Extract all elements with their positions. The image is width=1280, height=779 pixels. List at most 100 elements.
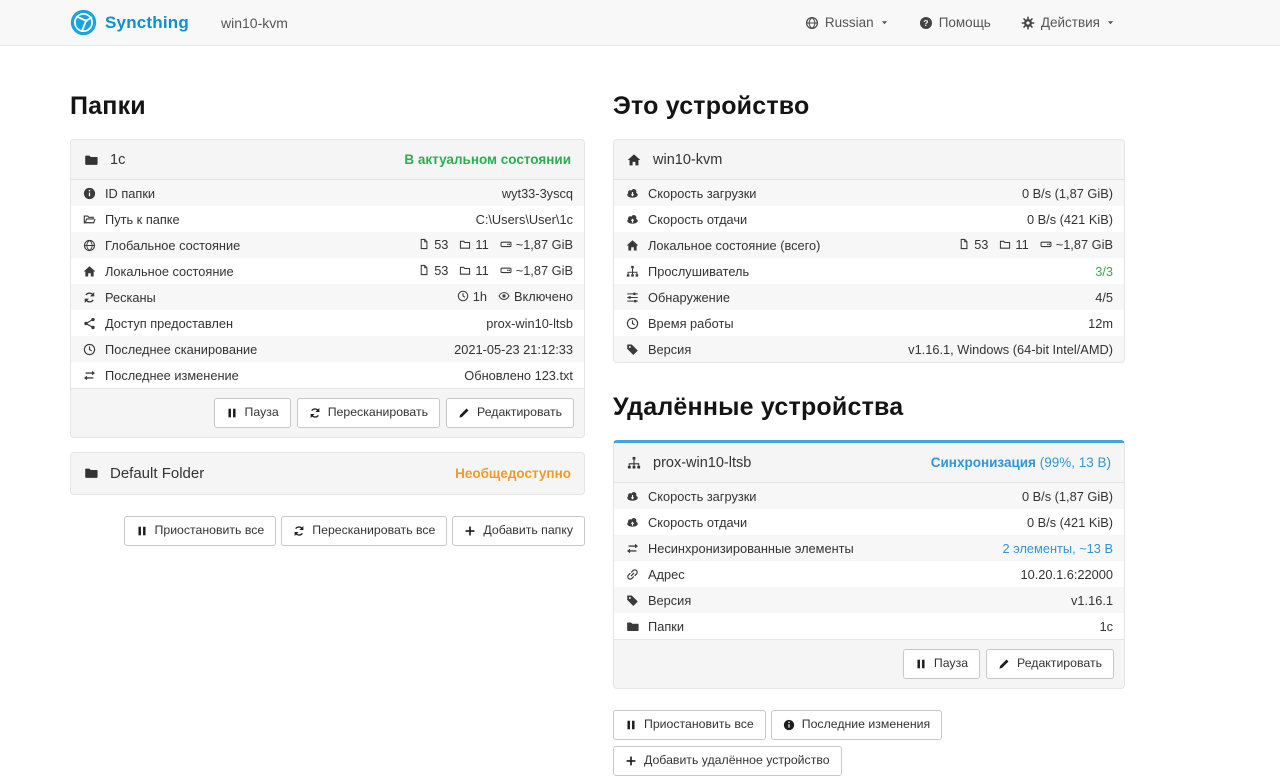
folder-heading-default[interactable]: Default Folder Необщедоступно (71, 453, 584, 494)
value-part: 11 (459, 237, 488, 252)
folder-icon (84, 153, 98, 167)
status-text: Синхронизация (931, 455, 1036, 470)
value-part: 53 (418, 263, 448, 278)
row-uptime: Время работы 12m (614, 310, 1124, 336)
link-icon (625, 568, 640, 581)
edit-device-button[interactable]: Редактировать (986, 649, 1114, 679)
row-upload-rate: Скорость отдачи0 B/s (421 KiB) (614, 206, 1124, 232)
row-label: Ресканы (105, 290, 156, 305)
main-content: Папки 1c В актуальном состоянии ID папки… (0, 92, 1280, 776)
value-part: 1h (457, 289, 487, 304)
value-part: 53 (418, 237, 448, 252)
syncthing-logo-icon (70, 9, 97, 36)
pause-all-devices-button[interactable]: Приостановить все (613, 710, 766, 740)
folder-name: Default Folder (110, 465, 204, 482)
globe-icon (82, 239, 97, 252)
hdd-icon (1040, 238, 1052, 250)
row-value[interactable]: 2 элементы, ~13 B (1003, 541, 1113, 556)
folder-actions: Пауза ПересканироватьРедактировать (71, 388, 584, 437)
value-part-text: Включено (514, 289, 573, 304)
add-remote-device-button[interactable]: Добавить удалённое устройство (613, 746, 842, 776)
file-icon (418, 264, 430, 276)
plus-icon (464, 525, 476, 537)
caret-down-icon (880, 18, 889, 27)
syncthing-brand[interactable]: Syncthing (70, 9, 189, 36)
svg-text:?: ? (923, 17, 928, 27)
help-label: Помощь (939, 15, 991, 30)
tag-icon (625, 343, 640, 356)
row-label: Путь к папке (105, 212, 180, 227)
value-part: Включено (498, 289, 573, 304)
remote-device-details: Скорость загрузки0 B/s (1,87 GiB)Скорост… (614, 482, 1124, 639)
folder-icon (999, 238, 1011, 250)
recent-changes-button[interactable]: Последние изменения (771, 710, 942, 740)
row-folder-path: Путь к папкеC:\Users\User\1c (71, 206, 584, 232)
row-local-state-total: Локальное состояние (всего)5311~1,87 GiB (614, 232, 1124, 258)
pause-folder-button[interactable]: Пауза (214, 398, 291, 428)
language-menu[interactable]: Russian (805, 15, 889, 30)
home-icon (625, 239, 640, 252)
refresh-icon (293, 525, 305, 537)
folders-footer-actions: Приостановить все Пересканировать все Доба… (70, 516, 585, 546)
remote-device-actions: ПаузаРедактировать (614, 639, 1124, 688)
row-value: 4/5 (1095, 290, 1113, 305)
rescan-folder-button[interactable]: Пересканировать (297, 398, 440, 428)
home-icon (82, 265, 97, 278)
row-value: 5311~1,87 GiB (418, 263, 573, 280)
row-value: 53 11 ~1,87 GiB (418, 237, 573, 254)
row-discovery: Обнаружение 4/5 (614, 284, 1124, 310)
folder-heading-1c[interactable]: 1c В актуальном состоянии (71, 140, 584, 179)
pause-all-folders-button[interactable]: Приостановить все (124, 516, 277, 546)
rescan-all-folders-button[interactable]: Пересканировать все (281, 516, 447, 546)
plus-icon (625, 755, 637, 767)
value-part: ~1,87 GiB (1040, 237, 1113, 252)
value-part: 11 (999, 237, 1028, 252)
row-value: 1c (1099, 619, 1113, 634)
row-label: Папки (648, 619, 684, 634)
row-label: Адрес (648, 567, 685, 582)
cloud-up-icon (625, 516, 640, 529)
folder-details: ID папкиwyt33-3yscqПуть к папкеC:\Users\… (71, 179, 584, 388)
sitemap-icon (627, 456, 641, 470)
row-upload-rate: Скорость отдачи0 B/s (421 KiB) (614, 509, 1124, 535)
this-device-details: Скорость загрузки0 B/s (1,87 GiB)Скорост… (614, 179, 1124, 362)
home-device-icon (627, 153, 641, 167)
question-circle-icon: ? (919, 16, 933, 30)
help-menu[interactable]: ? Помощь (919, 15, 991, 30)
this-device-name: win10-kvm (653, 152, 722, 168)
row-label: Время работы (648, 316, 734, 331)
pause-device-button[interactable]: Пауза (903, 649, 980, 679)
row-label: Скорость отдачи (648, 212, 747, 227)
value-part-text: 53 (974, 237, 988, 252)
row-value: 0 B/s (1,87 GiB) (1022, 489, 1113, 504)
row-folder-id: ID папкиwyt33-3yscq (71, 180, 584, 206)
row-value: 12m (1088, 316, 1113, 331)
remote-device-heading[interactable]: prox-win10-ltsb Синхронизация (99%, 13 B… (614, 443, 1124, 482)
language-label: Russian (825, 15, 874, 30)
this-device-heading[interactable]: win10-kvm (614, 140, 1124, 179)
pause-icon (625, 719, 637, 731)
row-value: prox-win10-ltsb (486, 316, 573, 331)
button-label: Пересканировать все (312, 523, 435, 539)
row-value: 2021-05-23 21:12:33 (454, 342, 573, 357)
add-folder-button[interactable]: Добавить папку (452, 516, 585, 546)
folder-name: 1c (110, 152, 125, 168)
status-detail: (99%, 13 B) (1040, 455, 1111, 470)
file-icon (418, 238, 430, 250)
row-label: Обнаружение (648, 290, 730, 305)
navbar: Syncthing win10-kvm Russian ? Помощь Дей… (0, 0, 1280, 46)
row-local-state: Локальное состояние5311~1,87 GiB (71, 258, 584, 284)
refresh-icon (82, 291, 97, 304)
folders-section: Папки 1c В актуальном состоянии ID папки… (70, 92, 585, 776)
button-label: Добавить папку (483, 523, 573, 539)
actions-menu[interactable]: Действия (1021, 15, 1115, 30)
edit-folder-button[interactable]: Редактировать (446, 398, 574, 428)
devices-footer-actions-row1: Приостановить всеПоследние изменения (613, 710, 1125, 740)
row-version: Версияv1.16.1 (614, 587, 1124, 613)
pause-icon (915, 658, 927, 670)
value-part: ~1,87 GiB (500, 237, 573, 252)
exchange-icon (625, 542, 640, 555)
globe-icon (805, 16, 819, 30)
button-label: Пауза (245, 405, 279, 421)
row-label: Версия (648, 593, 691, 608)
